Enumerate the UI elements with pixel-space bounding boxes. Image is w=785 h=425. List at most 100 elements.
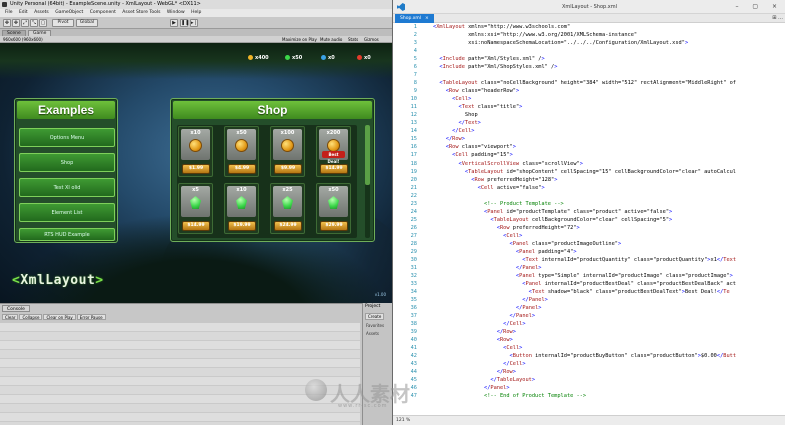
buy-button[interactable]: $4.99 xyxy=(228,164,256,174)
move-tool-button[interactable]: ✥ xyxy=(12,19,20,27)
code-line[interactable]: <Row preferredHeight="72"> xyxy=(433,224,580,232)
shop-item[interactable]: x100 $9.99 xyxy=(270,126,305,177)
code-line[interactable]: <Panel padding="4"> xyxy=(433,248,577,256)
code-line[interactable]: <Panel internalId="productBestDeal" clas… xyxy=(433,280,736,288)
code-line[interactable]: <XmlLayout xmlns="http://www.w3schools.c… xyxy=(433,23,570,31)
clear-button[interactable]: Clear xyxy=(2,314,19,320)
close-tab-icon[interactable]: × xyxy=(425,16,429,21)
shop-item[interactable]: x50 $4.99 xyxy=(224,126,259,177)
code-line[interactable]: <Panel type="Simple" internalId="product… xyxy=(433,272,733,280)
code-line[interactable]: xsi:noNamespaceSchemaLocation="../../../… xyxy=(433,39,688,47)
code-line[interactable]: <Row class="headerRow"> xyxy=(433,87,519,95)
console-log-list[interactable] xyxy=(0,323,360,425)
window-controls[interactable]: – ▢ × xyxy=(735,0,783,14)
step-button[interactable]: ▸❘ xyxy=(190,19,198,27)
buy-button[interactable]: $19.99 xyxy=(228,221,256,231)
play-button[interactable]: ▶ xyxy=(170,19,178,27)
code-line[interactable]: <Cell active="false"> xyxy=(433,184,545,192)
code-line[interactable]: </Panel> xyxy=(433,296,548,304)
tab-shop-xml[interactable]: Shop.xml × xyxy=(395,14,434,23)
stats-toggle[interactable]: Stats xyxy=(348,36,358,43)
code-line[interactable]: <Text class="title"> xyxy=(433,103,523,111)
favorites-folder[interactable]: Favorites xyxy=(366,323,384,328)
buy-button[interactable]: $1.99 xyxy=(182,164,210,174)
shop-scrollbar-thumb[interactable] xyxy=(365,125,370,185)
menu-file[interactable]: File xyxy=(5,9,13,17)
code-line[interactable]: <VerticalScrollView class="scrollView"> xyxy=(433,160,583,168)
pivot-toggle[interactable]: Pivot xyxy=(52,19,74,27)
scale-tool-button[interactable]: ⤡ xyxy=(30,19,38,27)
rotate-tool-button[interactable]: ⤢ xyxy=(21,19,29,27)
rect-tool-button[interactable]: ▢ xyxy=(39,19,47,27)
code-line[interactable]: <TableLayout cellBackgroundColor="clear"… xyxy=(433,216,672,224)
code-line[interactable]: <Row class="viewport"> xyxy=(433,143,516,151)
buy-button[interactable]: $24.99 xyxy=(274,221,302,231)
code-line[interactable]: </Cell> xyxy=(433,320,525,328)
create-button[interactable]: Create xyxy=(365,313,385,320)
code-line[interactable]: <Panel id="productTemplate" class="produ… xyxy=(433,208,672,216)
options-menu-button[interactable]: Options Menu xyxy=(19,128,115,147)
shop-item[interactable]: x10 $1.99 xyxy=(178,126,213,177)
shop-item[interactable]: x50 $29.99 xyxy=(316,183,351,234)
shop-item[interactable]: x10 $19.99 xyxy=(224,183,259,234)
code-line[interactable]: <TableLayout class="noCellBackground" he… xyxy=(433,79,736,87)
tab-project[interactable]: Project xyxy=(365,304,380,309)
shop-scrollbar[interactable] xyxy=(365,125,370,238)
code-line[interactable]: <Row preferredHeight="128"> xyxy=(433,176,557,184)
code-line[interactable]: <Row> xyxy=(433,336,513,344)
zoom-level[interactable]: 121 % xyxy=(396,416,410,425)
gizmos-dropdown[interactable]: Gizmos xyxy=(364,36,379,43)
maximize-on-play-toggle[interactable]: Maximize on Play xyxy=(282,36,317,43)
code-line[interactable]: </Cell> xyxy=(433,127,474,135)
code-line[interactable]: <Panel class="productImageOutline"> xyxy=(433,240,622,248)
code-line[interactable]: </Panel> xyxy=(433,304,542,312)
hand-tool-button[interactable]: ✥ xyxy=(3,19,11,27)
code-line[interactable]: </Cell> xyxy=(433,360,525,368)
code-line[interactable]: Shop xyxy=(433,111,478,119)
shop-item[interactable]: x5 $14.99 xyxy=(178,183,213,234)
resolution-dropdown[interactable]: 960x600 (960x600) xyxy=(3,36,43,43)
menu-asset-store-tools[interactable]: Asset Store Tools xyxy=(122,9,160,17)
element-list-button[interactable]: Element List xyxy=(19,203,115,222)
buy-button[interactable]: $9.99 xyxy=(274,164,302,174)
code-line[interactable]: <Cell> xyxy=(433,95,471,103)
menu-component[interactable]: Component xyxy=(90,9,116,17)
menu-assets[interactable]: Assets xyxy=(34,9,49,17)
code-line[interactable]: <Text internalId="productQuantity" class… xyxy=(433,256,736,264)
code-line[interactable]: <Text shadow="black" class="productBestD… xyxy=(433,288,730,296)
code-line[interactable]: <!-- End of Product Template --> xyxy=(433,392,586,400)
buy-button[interactable]: $14.99 xyxy=(182,221,210,231)
menu-edit[interactable]: Edit xyxy=(19,9,28,17)
shop-button[interactable]: Shop xyxy=(19,153,115,172)
code-line[interactable]: </Panel> xyxy=(433,264,542,272)
code-line[interactable]: xmlns:xsi="http://www.w3.org/2001/XMLSch… xyxy=(433,31,637,39)
mute-audio-toggle[interactable]: Mute audio xyxy=(320,36,342,43)
pause-button[interactable]: ❚❚ xyxy=(180,19,189,27)
code-line[interactable]: <TableLayout id="shopContent" cellSpacin… xyxy=(433,168,736,176)
error-pause-button[interactable]: Error Pause xyxy=(76,314,106,320)
menu-window[interactable]: Window xyxy=(167,9,185,17)
code-line[interactable]: <Button internalId="productBuyButton" cl… xyxy=(433,352,736,360)
menu-help[interactable]: Help xyxy=(191,9,201,17)
rts-hud-example-button[interactable]: RTS HUD Example xyxy=(19,228,115,241)
code-line[interactable]: </Row> xyxy=(433,368,516,376)
code-line[interactable]: <Cell> xyxy=(433,344,522,352)
collapse-button[interactable]: Collapse xyxy=(19,314,43,320)
code-line[interactable]: </TableLayout> xyxy=(433,376,535,384)
tab-console[interactable]: Console xyxy=(2,305,30,312)
code-line[interactable]: </Panel> xyxy=(433,312,536,320)
code-line[interactable]: </Panel> xyxy=(433,384,510,392)
buy-button[interactable]: $29.99 xyxy=(320,221,348,231)
code-editor[interactable]: 1 2 3 4 5 6 7 8 9 10 11 12 13 14 15 16 17 18 19 20 21 22 23 24 2… xyxy=(393,23,785,415)
global-toggle[interactable]: Global xyxy=(76,19,98,27)
code-line[interactable]: </Row> xyxy=(433,328,516,336)
code-line[interactable]: <Cell padding="15"> xyxy=(433,151,513,159)
code-line[interactable]: <!-- Product Template --> xyxy=(433,200,564,208)
assets-folder[interactable]: Assets xyxy=(366,331,379,336)
split-editor-icon[interactable]: ⊞ … xyxy=(772,14,783,23)
shop-item[interactable]: x200 Best Deal! $14.99 xyxy=(316,126,351,177)
shop-item[interactable]: x25 $24.99 xyxy=(270,183,305,234)
buy-button[interactable]: $14.99 xyxy=(320,164,348,174)
code-line[interactable]: <Cell> xyxy=(433,232,522,240)
code-line[interactable]: <Include path="Xml/ShopStyles.xml" /> xyxy=(433,63,557,71)
